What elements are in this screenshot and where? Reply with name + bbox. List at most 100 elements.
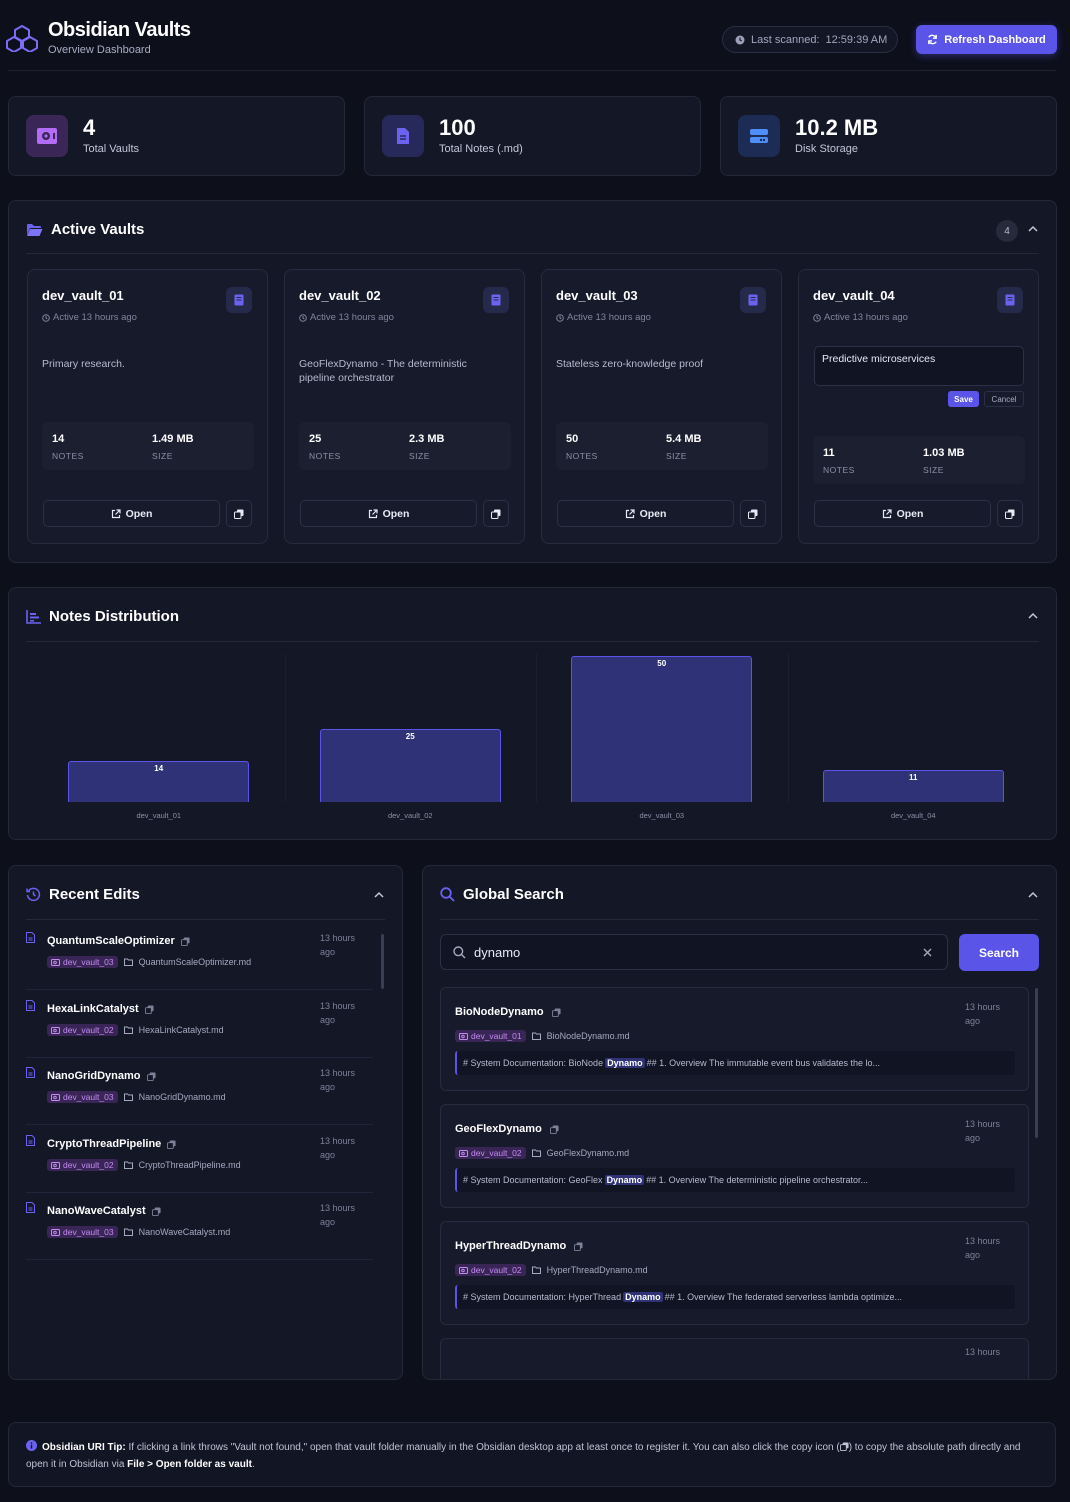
section-title: Recent Edits [49,886,140,903]
copy-icon[interactable] [551,1007,561,1017]
search-result-item[interactable]: BioNodeDynamo dev_vault_01 BioNodeDynamo… [440,987,1029,1091]
vault-tag-label: dev_vault_01 [471,1031,522,1041]
save-description-button[interactable]: Save [948,391,979,407]
folder-icon [123,1228,133,1236]
edit-time: 13 hours ago [320,1203,356,1227]
search-results-scrollbar[interactable] [1035,988,1038,1138]
document-icon [26,932,35,943]
copy-path-button[interactable] [483,500,509,527]
note-name[interactable]: NanoGridDynamo [47,1070,141,1082]
vault-notes-label: NOTES [566,451,598,461]
recent-edits-scrollbar[interactable] [381,934,384,989]
note-name[interactable]: QuantumScaleOptimizer [47,935,175,947]
file-name: CryptoThreadPipeline.md [138,1160,241,1170]
vault-stats: 11 NOTES 1.03 MB SIZE [813,436,1025,484]
book-icon[interactable] [483,287,509,313]
section-divider [26,919,385,920]
search-query[interactable]: dynamo [474,945,520,960]
vault-description[interactable]: Stateless zero-knowledge proof [556,357,756,371]
recent-edit-item[interactable]: QuantumScaleOptimizer dev_vault_03 Quant… [26,923,373,990]
recent-edit-item[interactable]: CryptoThreadPipeline dev_vault_02 Crypto… [26,1126,373,1193]
book-icon[interactable] [997,287,1023,313]
chart-category-label: dev_vault_02 [387,811,433,820]
vault-description[interactable]: GeoFlexDynamo - The deterministic pipeli… [299,357,499,385]
chevron-up-icon[interactable] [1028,225,1038,232]
cancel-description-button[interactable]: Cancel [984,391,1024,407]
vault-tag-label: dev_vault_02 [471,1265,522,1275]
search-input[interactable]: dynamo [440,934,948,970]
result-name[interactable]: HyperThreadDynamo [455,1240,566,1252]
result-time: 13 hours ago [965,1002,1001,1026]
file-name: NanoGridDynamo.md [138,1092,226,1102]
copy-icon[interactable] [144,1004,154,1014]
copy-icon[interactable] [151,1206,161,1216]
refresh-dashboard-button[interactable]: Refresh Dashboard [916,25,1057,54]
open-vault-button[interactable]: Open [814,500,991,527]
vault-active-time: Active 13 hours ago [813,312,908,323]
clear-search-icon[interactable] [923,948,932,957]
chevron-up-icon[interactable] [1028,612,1038,619]
vault-tag-label: dev_vault_03 [63,1227,114,1237]
chart-data-label: 11 [909,772,918,782]
result-time: 13 hours ago [965,1236,1001,1260]
vault-size-label: SIZE [409,451,430,461]
vault-size-label: SIZE [666,451,687,461]
stat-card-disk-storage: 10.2 MB Disk Storage [720,96,1057,176]
global-search-header[interactable]: Global Search [440,886,564,903]
section-divider [26,641,1039,642]
vault-notes-count: 14 [52,433,65,445]
search-result-item[interactable]: HyperThreadDynamo dev_vault_02 HyperThre… [440,1221,1029,1325]
vault-tag-label: dev_vault_02 [63,1160,114,1170]
result-name[interactable]: BioNodeDynamo [455,1006,544,1018]
copy-icon[interactable] [167,1139,176,1149]
note-name[interactable]: HexaLinkCatalyst [47,1003,139,1015]
book-icon[interactable] [226,287,252,313]
copy-path-button[interactable] [997,500,1023,527]
note-name[interactable]: CryptoThreadPipeline [47,1138,161,1150]
vault-tag: dev_vault_03 [47,956,118,968]
vault-count-badge: 4 [996,220,1018,242]
vault-description-textarea[interactable]: Predictive microservices [814,346,1024,386]
app-logo-icon [6,24,38,52]
open-vault-button[interactable]: Open [300,500,477,527]
copy-path-button[interactable] [740,500,766,527]
recent-edit-item[interactable]: NanoGridDynamo dev_vault_03 NanoGridDyna… [26,1058,373,1125]
recent-edits-header[interactable]: Recent Edits [26,886,140,903]
open-vault-button[interactable]: Open [557,500,734,527]
search-result-item[interactable]: GeoFlexDynamo dev_vault_02 GeoFlexDynamo… [440,1104,1029,1208]
notes-distribution-header[interactable]: Notes Distribution [26,608,179,625]
active-vaults-header[interactable]: Active Vaults [26,221,144,238]
note-name[interactable]: NanoWaveCatalyst [47,1205,146,1217]
vault-tag: dev_vault_01 [455,1030,526,1042]
book-icon[interactable] [740,287,766,313]
chevron-up-icon[interactable] [374,891,384,898]
result-time: 13 hours [965,1347,1001,1357]
copy-path-button[interactable] [226,500,252,527]
stat-card-total-notes: 100 Total Notes (.md) [364,96,701,176]
recent-edit-item[interactable]: HexaLinkCatalyst dev_vault_02 HexaLinkCa… [26,991,373,1058]
document-icon [26,1067,35,1078]
section-divider [26,253,1039,254]
clock-icon [42,313,50,322]
copy-icon[interactable] [180,936,190,946]
open-label: Open [125,507,153,520]
result-name[interactable]: GeoFlexDynamo [455,1123,542,1135]
open-vault-button[interactable]: Open [43,500,220,527]
vault-size-label: SIZE [923,465,944,475]
copy-icon[interactable] [574,1241,583,1251]
vault-name: dev_vault_01 [42,288,124,303]
chart-bar[interactable] [571,656,753,802]
copy-icon [839,1442,849,1451]
stat-label: Total Notes (.md) [439,143,523,155]
copy-icon[interactable] [146,1071,156,1081]
search-result-item[interactable]: 13 hours [440,1338,1029,1379]
vault-active-label: Active 13 hours ago [824,312,908,323]
chevron-up-icon[interactable] [1028,891,1038,898]
global-search-section: Global Search dynamo Search BioNodeDynam… [422,865,1057,1380]
recent-edit-item[interactable]: NanoWaveCatalyst dev_vault_03 NanoWaveCa… [26,1193,373,1260]
copy-icon[interactable] [549,1124,559,1134]
search-button[interactable]: Search [959,934,1039,971]
vault-description[interactable]: Primary research. [42,357,242,371]
match-highlight: Dynamo [605,1058,645,1068]
folder-icon [123,1093,133,1101]
